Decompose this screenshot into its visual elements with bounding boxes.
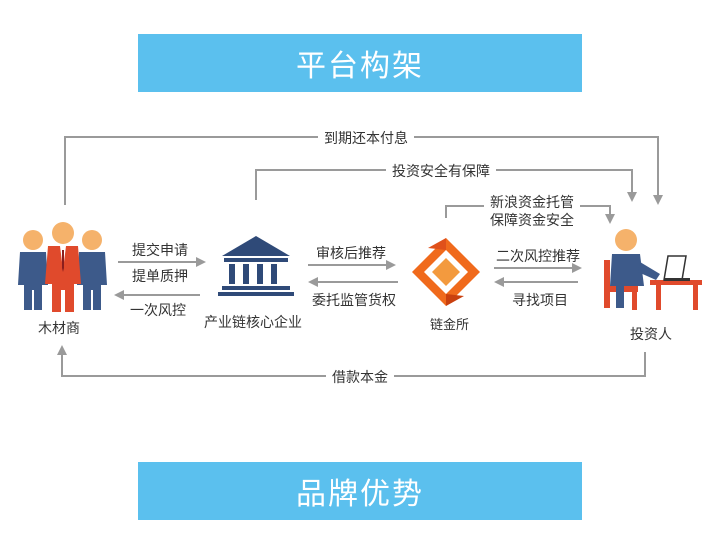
edge-label-audit-recommend: 审核后推荐 bbox=[316, 246, 386, 262]
edge-label-find-project: 寻找项目 bbox=[512, 293, 568, 309]
node-label-exchange: 链金所 bbox=[430, 318, 470, 333]
edge-label-submit: 提交申请 bbox=[132, 243, 188, 259]
exchange-logo-icon bbox=[412, 238, 480, 306]
banner-brand-advantage: 品牌优势 bbox=[138, 462, 582, 520]
edge-label-custody-2: 保障资金安全 bbox=[490, 213, 574, 229]
edge-label-guarantee: 投资安全有保障 bbox=[386, 161, 496, 181]
investor-desk-icon bbox=[604, 229, 702, 310]
node-label-core-enterprise: 产业链核心企业 bbox=[204, 315, 302, 331]
edge-label-custody-1: 新浪资金托管 bbox=[484, 192, 580, 212]
node-label-supplier: 木材商 bbox=[38, 321, 80, 337]
edge-label-risk-control-2: 二次风控推荐 bbox=[496, 249, 580, 265]
node-label-investor: 投资人 bbox=[630, 327, 672, 343]
edge-label-loan: 借款本金 bbox=[326, 367, 394, 387]
supplier-people-icon bbox=[18, 222, 107, 312]
edge-label-repay: 到期还本付息 bbox=[318, 128, 414, 148]
edge-label-risk-control-1: 一次风控 bbox=[130, 303, 186, 319]
bank-building-icon bbox=[218, 236, 294, 296]
edge-label-entrusted-supervision: 委托监管货权 bbox=[312, 293, 396, 309]
edge-label-bill-pledge: 提单质押 bbox=[132, 269, 188, 285]
